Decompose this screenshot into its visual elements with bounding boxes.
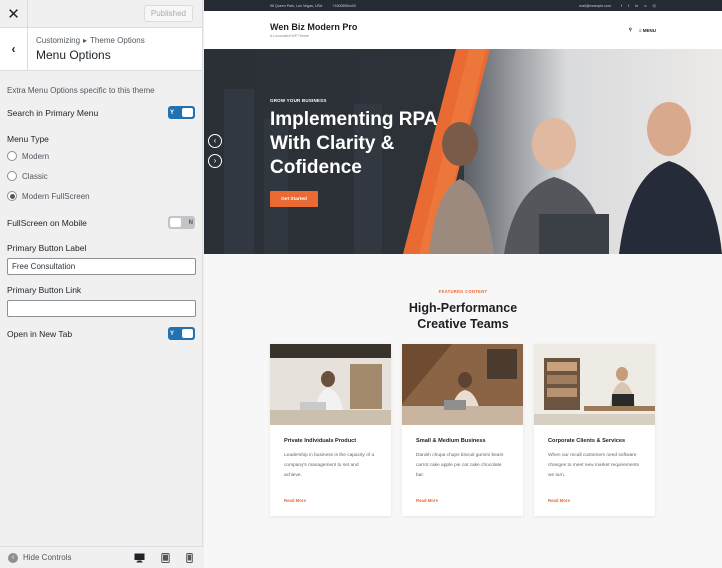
new-tab-toggle[interactable]: Y bbox=[168, 327, 195, 340]
featured-title: High-Performance Creative Teams bbox=[408, 301, 518, 331]
read-more-link[interactable]: Read More bbox=[548, 498, 641, 503]
pinterest-icon[interactable]: ◎ bbox=[653, 3, 657, 8]
hero-title: Implementing RPA With Clarity & Cofidenc… bbox=[270, 109, 437, 178]
header-actions: ⚲ ≡ MENU bbox=[629, 27, 656, 33]
twitter-icon[interactable]: t bbox=[628, 3, 629, 8]
site-tagline: A Loooooked WP Theme bbox=[270, 34, 309, 38]
menu-type-label: Menu Type bbox=[7, 134, 49, 144]
site-preview: 56 Queen Park, Los Vegas, USA +1800555xx… bbox=[204, 0, 722, 568]
toggle-state-text: Y bbox=[170, 330, 175, 337]
card-image bbox=[270, 344, 391, 425]
card-text: When our recall customers need software … bbox=[548, 453, 639, 478]
social-links: f t in o ◎ bbox=[621, 3, 656, 8]
search-toggle-label: Search in Primary Menu bbox=[7, 107, 99, 118]
breadcrumb-parent: Theme Options bbox=[90, 36, 145, 45]
new-tab-row: Open in New Tab Y bbox=[7, 327, 195, 340]
section-title: Menu Options bbox=[36, 48, 111, 62]
facebook-icon[interactable]: f bbox=[621, 3, 622, 8]
top-right-info: mail@example.com f t in o ◎ bbox=[579, 3, 656, 8]
hide-controls-icon[interactable]: ‹ bbox=[8, 552, 18, 563]
desktop-icon[interactable] bbox=[134, 553, 145, 563]
customizer-sidebar: ✕ Published ‹ Customizing ▸ Theme Options … bbox=[0, 0, 203, 568]
primary-button-label-input[interactable]: Free Consultation bbox=[7, 258, 196, 275]
card-image bbox=[402, 344, 523, 425]
hero-banner: ‹ › GROW YOUR BUSINESS Implementing RPA … bbox=[204, 49, 722, 254]
contact-info: 56 Queen Park, Los Vegas, USA +1800555xx… bbox=[270, 4, 356, 8]
search-icon[interactable]: ⚲ bbox=[629, 27, 632, 33]
toggle-knob bbox=[182, 329, 193, 338]
new-tab-label: Open in New Tab bbox=[7, 328, 73, 339]
radio-button[interactable] bbox=[7, 171, 17, 181]
card-title[interactable]: Corporate Clients & Services bbox=[548, 438, 641, 444]
radio-label: Classic bbox=[22, 171, 48, 181]
back-arrow-icon[interactable]: ‹ bbox=[0, 27, 28, 71]
radio-option-classic[interactable]: Classic bbox=[7, 166, 195, 186]
device-switcher bbox=[134, 552, 193, 563]
radio-button-selected[interactable] bbox=[7, 191, 17, 201]
tablet-icon[interactable] bbox=[161, 552, 170, 563]
preview-top-bar: 56 Queen Park, Los Vegas, USA +1800555xx… bbox=[204, 0, 722, 11]
address-text: 56 Queen Park, Los Vegas, USA bbox=[270, 3, 323, 8]
close-icon[interactable]: ✕ bbox=[0, 0, 28, 28]
primary-button-label-label: Primary Button Label bbox=[7, 243, 87, 253]
search-toggle-row: Search in Primary Menu Y bbox=[7, 106, 195, 119]
card-text: Leadership in business is the capacity o… bbox=[284, 453, 375, 478]
toggle-state-text: N bbox=[188, 219, 193, 226]
toggle-knob bbox=[182, 108, 193, 117]
menu-button[interactable]: ≡ MENU bbox=[639, 28, 656, 33]
radio-label: Modern FullScreen bbox=[22, 191, 90, 201]
breadcrumb: Customizing ▸ Theme Options Menu Options bbox=[28, 36, 145, 62]
linkedin-icon[interactable]: in bbox=[635, 3, 638, 8]
mobile-icon[interactable] bbox=[186, 552, 193, 563]
card-text: Danish chupa chups biscuit gummi bears c… bbox=[416, 453, 504, 478]
hero-kicker: GROW YOUR BUSINESS bbox=[270, 98, 327, 103]
breadcrumb-separator-icon: ▸ bbox=[83, 36, 88, 45]
customizer-header: ✕ Published bbox=[0, 0, 202, 28]
radio-option-modern-fullscreen[interactable]: Modern FullScreen bbox=[7, 186, 195, 206]
phone-text: +1800555xx00 bbox=[332, 3, 357, 8]
feature-card[interactable]: Private Individuals Product Leadership i… bbox=[270, 344, 391, 516]
search-toggle[interactable]: Y bbox=[168, 106, 195, 119]
get-started-button[interactable]: Get Started bbox=[270, 191, 318, 207]
card-title[interactable]: Private Individuals Product bbox=[284, 438, 377, 444]
site-title[interactable]: Wen Biz Modern Pro bbox=[270, 22, 357, 32]
breadcrumb-root: Customizing bbox=[36, 36, 81, 45]
read-more-link[interactable]: Read More bbox=[284, 498, 377, 503]
feature-cards: Private Individuals Product Leadership i… bbox=[270, 344, 655, 516]
fullscreen-mobile-toggle[interactable]: N bbox=[168, 216, 195, 229]
menu-type-radio-group: Modern Classic Modern FullScreen bbox=[0, 146, 202, 206]
site-header: Wen Biz Modern Pro A Loooooked WP Theme … bbox=[204, 11, 722, 49]
fullscreen-mobile-row: FullScreen on Mobile N bbox=[7, 216, 195, 229]
card-image bbox=[534, 344, 655, 425]
customizer-footer: ‹ Hide Controls bbox=[0, 546, 203, 568]
toggle-state-text: Y bbox=[170, 109, 175, 116]
breadcrumb-path: Customizing ▸ Theme Options bbox=[36, 36, 145, 45]
radio-button[interactable] bbox=[7, 151, 17, 161]
published-button[interactable]: Published bbox=[143, 5, 193, 22]
radio-option-modern[interactable]: Modern bbox=[7, 146, 195, 166]
site-brand[interactable]: Wen Biz Modern Pro A Loooooked WP Theme bbox=[270, 22, 357, 38]
hero-next-arrow[interactable]: › bbox=[208, 154, 222, 168]
feature-card[interactable]: Small & Medium Business Danish chupa chu… bbox=[402, 344, 523, 516]
section-header: ‹ Customizing ▸ Theme Options Menu Options bbox=[0, 27, 202, 71]
fullscreen-mobile-label: FullScreen on Mobile bbox=[7, 217, 87, 228]
instagram-icon[interactable]: o bbox=[644, 3, 646, 8]
primary-button-link-input[interactable] bbox=[7, 300, 196, 317]
primary-button-link-label: Primary Button Link bbox=[7, 285, 82, 295]
email-text: mail@example.com bbox=[579, 3, 611, 8]
hide-controls-button[interactable]: Hide Controls bbox=[23, 553, 71, 562]
section-description: Extra Menu Options specific to this them… bbox=[7, 86, 155, 95]
featured-kicker: FEATURED CONTENT bbox=[438, 289, 488, 294]
toggle-knob bbox=[170, 218, 181, 227]
customizer-app: ✕ Published ‹ Customizing ▸ Theme Options … bbox=[0, 0, 722, 568]
radio-label: Modern bbox=[22, 151, 50, 161]
read-more-link[interactable]: Read More bbox=[416, 498, 509, 503]
feature-card[interactable]: Corporate Clients & Services When our re… bbox=[534, 344, 655, 516]
featured-section: FEATURED CONTENT High-Performance Creati… bbox=[204, 289, 722, 332]
hero-prev-arrow[interactable]: ‹ bbox=[208, 134, 222, 148]
card-title[interactable]: Small & Medium Business bbox=[416, 438, 509, 444]
